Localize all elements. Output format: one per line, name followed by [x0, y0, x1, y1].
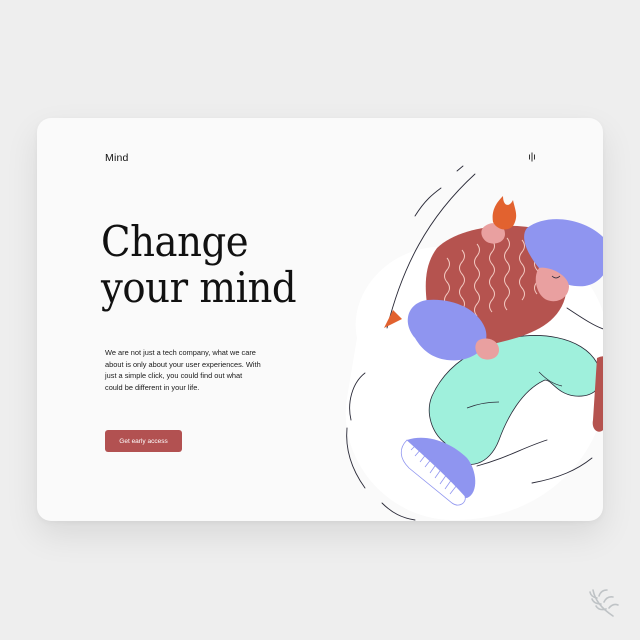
logo[interactable]: Mind: [105, 152, 129, 164]
flame: [492, 196, 517, 230]
get-early-access-button[interactable]: Get early access: [105, 430, 182, 452]
page-title: Change your mind: [101, 217, 297, 312]
person-falling-illustration: [345, 165, 603, 521]
laurel-icon: [589, 589, 619, 617]
hero-description: We are not just a tech company, what we …: [105, 348, 261, 392]
hero-card: Mind Change your mind We are not just a …: [37, 118, 603, 521]
